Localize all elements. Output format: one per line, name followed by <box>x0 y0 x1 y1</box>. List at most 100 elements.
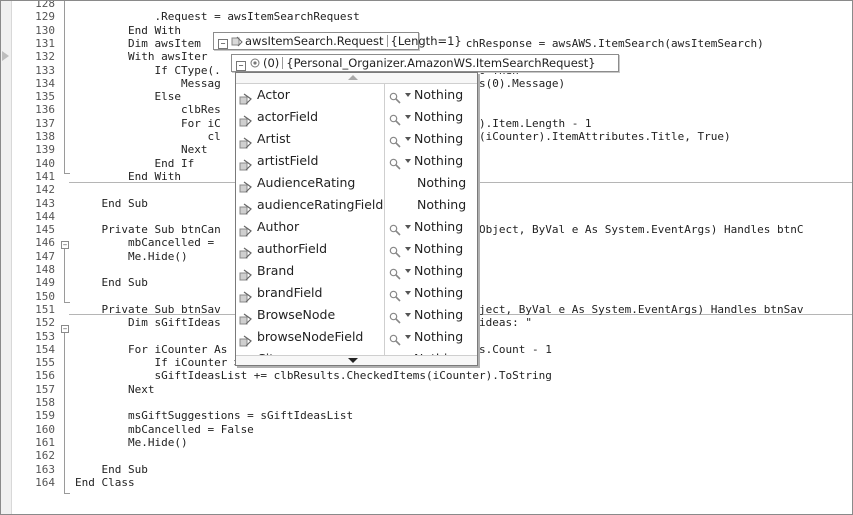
property-icon <box>239 310 253 325</box>
member-value[interactable]: Nothing <box>414 282 463 304</box>
collapse-toggle[interactable]: − <box>61 241 69 249</box>
property-icon <box>239 288 253 303</box>
member-value[interactable]: Nothing <box>414 84 463 106</box>
visualizer-dropdown-icon[interactable] <box>405 335 411 339</box>
code-line[interactable]: Next <box>75 384 155 396</box>
code-line[interactable]: .Request = awsItemSearchRequest <box>75 11 359 23</box>
datatip-member-list[interactable]: Actor Nothing actorField Nothing Artist Nothi… <box>235 72 478 366</box>
member-value[interactable]: Nothing <box>414 106 463 128</box>
line-number: 155 <box>35 356 55 369</box>
divider <box>386 35 388 47</box>
visualizer-magnifier-icon[interactable] <box>389 133 401 148</box>
member-row[interactable]: authorField Nothing <box>237 238 475 260</box>
member-value[interactable]: Nothing <box>414 238 463 260</box>
code-line[interactable]: End If <box>75 158 194 170</box>
code-line[interactable]: msGiftSuggestions = sGiftIdeasList <box>75 410 353 422</box>
member-value[interactable]: Nothing <box>414 326 463 348</box>
scroll-down-strip[interactable] <box>236 355 477 365</box>
code-line[interactable]: clbRes <box>75 104 221 116</box>
visualizer-dropdown-icon[interactable] <box>405 225 411 229</box>
line-number: 156 <box>35 369 55 382</box>
scroll-up-arrow-icon[interactable] <box>348 75 358 80</box>
visualizer-dropdown-icon[interactable] <box>405 137 411 141</box>
member-name: Artist <box>257 131 291 146</box>
datatip-value: {Personal_Organizer.AmazonWS.ItemSearchR… <box>286 56 596 70</box>
line-number: 144 <box>35 210 55 223</box>
visualizer-dropdown-icon[interactable] <box>405 247 411 251</box>
member-row[interactable]: Artist Nothing <box>237 128 475 150</box>
member-row[interactable]: brandField Nothing <box>237 282 475 304</box>
outline-tick <box>64 493 70 494</box>
column-divider <box>384 106 385 128</box>
visualizer-dropdown-icon[interactable] <box>405 93 411 97</box>
visualizer-dropdown-icon[interactable] <box>405 291 411 295</box>
visualizer-magnifier-icon[interactable] <box>389 309 401 324</box>
member-row[interactable]: artistField Nothing <box>237 150 475 172</box>
code-line[interactable]: Next <box>75 144 208 156</box>
expand-icon[interactable]: − <box>236 61 246 71</box>
code-line[interactable]: End Sub <box>75 277 147 289</box>
code-line[interactable]: sGiftIdeasList += clbResults.CheckedItem… <box>75 370 551 382</box>
member-value[interactable]: Nothing <box>414 216 463 238</box>
member-row[interactable]: audienceRatingField Nothing <box>237 194 475 216</box>
expand-icon[interactable]: − <box>218 39 228 49</box>
datatip-request[interactable]: − awsItemSearch.Request {Length=1} <box>213 32 462 50</box>
visualizer-dropdown-icon[interactable] <box>405 313 411 317</box>
member-row[interactable]: Brand Nothing <box>237 260 475 282</box>
member-row[interactable]: BrowseNode Nothing <box>237 304 475 326</box>
visualizer-magnifier-icon[interactable] <box>389 221 401 236</box>
property-icon <box>239 134 253 149</box>
visualizer-dropdown-icon[interactable] <box>405 115 411 119</box>
column-divider <box>384 84 385 106</box>
scroll-up-strip[interactable] <box>236 73 477 84</box>
visualizer-magnifier-icon[interactable] <box>389 89 401 104</box>
member-row[interactable]: Actor Nothing <box>237 84 475 106</box>
column-divider <box>384 128 385 150</box>
collapse-toggle[interactable]: − <box>61 325 69 333</box>
visualizer-magnifier-icon[interactable] <box>389 331 401 346</box>
code-line[interactable]: End Sub <box>75 464 147 476</box>
member-row[interactable]: AudienceRating Nothing <box>237 172 475 194</box>
visualizer-magnifier-icon[interactable] <box>389 111 401 126</box>
member-name: audienceRatingField <box>257 197 384 212</box>
member-name: actorField <box>257 109 319 124</box>
member-value[interactable]: Nothing <box>414 260 463 282</box>
visualizer-magnifier-icon[interactable] <box>389 287 401 302</box>
visualizer-magnifier-icon[interactable] <box>389 265 401 280</box>
visualizer-magnifier-icon[interactable] <box>389 243 401 258</box>
member-value[interactable]: Nothing <box>414 150 463 172</box>
datatip-request-item[interactable]: − (0) {Personal_Organizer.AmazonWS.ItemSea… <box>231 54 619 72</box>
outline-line <box>64 329 65 493</box>
code-line[interactable]: End Sub <box>75 198 147 210</box>
member-value[interactable]: Nothing <box>417 172 466 194</box>
scroll-down-arrow-icon[interactable] <box>348 358 358 363</box>
line-number: 159 <box>35 409 55 422</box>
code-line[interactable]: Me.Hide() <box>75 251 188 263</box>
visualizer-magnifier-icon[interactable] <box>389 155 401 170</box>
datatip-index: (0) <box>263 56 280 70</box>
code-line[interactable]: With awsIter <box>75 51 207 63</box>
member-value[interactable]: Nothing <box>417 194 466 216</box>
line-number: 163 <box>35 463 55 476</box>
property-icon <box>239 156 253 171</box>
line-number: 148 <box>35 263 55 276</box>
code-line[interactable]: mbCancelled = False <box>75 424 254 436</box>
column-divider <box>384 150 385 172</box>
member-row[interactable]: actorField Nothing <box>237 106 475 128</box>
line-number: 162 <box>35 449 55 462</box>
member-value[interactable]: Nothing <box>414 128 463 150</box>
code-line[interactable]: mbCancelled = <box>75 237 221 249</box>
code-line[interactable]: End With <box>75 25 181 37</box>
member-name: Actor <box>257 87 290 102</box>
member-row[interactable]: browseNodeField Nothing <box>237 326 475 348</box>
code-line[interactable]: Me.Hide() <box>75 437 188 449</box>
code-line[interactable]: End With <box>75 171 181 183</box>
code-line[interactable]: End Class <box>75 477 135 489</box>
member-row[interactable]: Author Nothing <box>237 216 475 238</box>
line-number: 146 <box>35 236 55 249</box>
visualizer-dropdown-icon[interactable] <box>405 269 411 273</box>
line-number: 134 <box>35 77 55 90</box>
code-line[interactable]: Else <box>75 91 181 103</box>
visualizer-dropdown-icon[interactable] <box>405 159 411 163</box>
member-value[interactable]: Nothing <box>414 304 463 326</box>
